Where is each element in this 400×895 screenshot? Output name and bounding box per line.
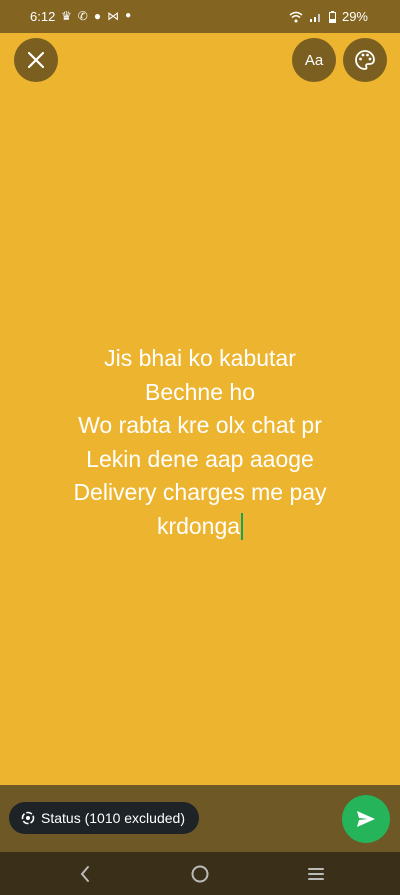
battery-percent: 29% — [341, 9, 368, 24]
close-icon — [27, 51, 45, 69]
story-line-text: krdonga — [156, 512, 241, 539]
story-line: Bechne ho — [145, 378, 255, 405]
nav-recents-button[interactable] — [304, 862, 328, 886]
status-bar: 6:12 ♛ ✆ ● ⋈ ● 29% — [0, 0, 400, 33]
dot-icon: ● — [125, 10, 132, 21]
whatsapp-icon: ✆ — [77, 9, 88, 23]
system-status: 29% — [289, 9, 368, 24]
story-line-last: krdonga — [20, 510, 380, 544]
story-line: Jis bhai ko kabutar — [104, 345, 296, 371]
story-text[interactable]: Jis bhai ko kabutar Bechne ho Wo rabta k… — [20, 342, 380, 543]
nav-back-button[interactable] — [73, 862, 97, 886]
send-button[interactable] — [342, 795, 390, 843]
send-icon — [357, 811, 375, 827]
story-line: Lekin dene aap aaoge — [86, 445, 314, 472]
navigation-bar — [0, 852, 400, 895]
signal-icon — [309, 13, 320, 22]
close-button[interactable] — [14, 38, 58, 82]
status-time: 6:12 — [30, 9, 56, 24]
palette-button[interactable] — [343, 38, 387, 82]
story-line: Wo rabta kre olx chat pr — [78, 412, 322, 438]
battery-icon — [328, 10, 336, 23]
audience-label: Status (1010 excluded) — [41, 810, 185, 826]
back-icon — [80, 866, 89, 882]
palette-icon — [355, 50, 375, 70]
notification-icons: ♛ ✆ ● ⋈ ● — [61, 9, 131, 23]
recents-icon — [308, 868, 324, 880]
story-line: Delivery charges me pay — [73, 479, 327, 505]
audience-selector[interactable]: Status (1010 excluded) — [9, 802, 199, 834]
text-cursor — [241, 512, 244, 540]
nav-home-button[interactable] — [188, 862, 212, 886]
snapchat-icon: ♛ — [61, 9, 72, 23]
font-button[interactable]: Aa — [292, 38, 336, 82]
chat-bubble-icon: ● — [93, 9, 102, 23]
home-icon — [191, 865, 209, 883]
capcut-icon: ⋈ — [107, 9, 120, 23]
wifi-icon — [289, 11, 303, 22]
status-ring-icon — [21, 811, 35, 825]
